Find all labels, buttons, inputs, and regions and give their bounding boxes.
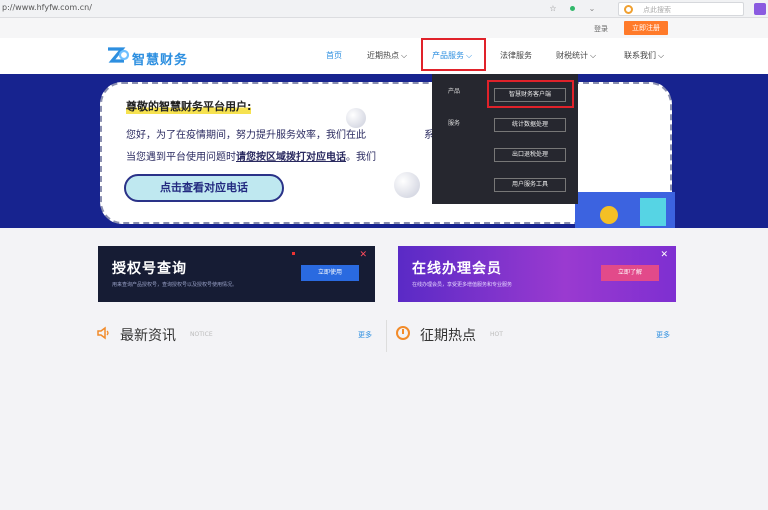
notice-line-2: 当您遇到平台使用问题时请您按区域拨打对应电话。我们 <box>126 152 376 163</box>
site-header: 智慧财务 首页 近期热点 ⌵ 产品服务 ⌵ 法律服务 财税统计 ⌵ 联系我们 ⌵ <box>0 38 768 74</box>
browser-search-placeholder: 点此搜索 <box>643 6 671 14</box>
card-title: 在线办理会员 <box>412 261 502 277</box>
login-link[interactable]: 登录 <box>594 24 608 34</box>
top-strip: 登录 立即注册 <box>0 18 768 38</box>
decorative-orb <box>346 108 366 128</box>
hot-title-en: HOT <box>490 331 503 338</box>
menu-icon[interactable] <box>754 3 766 15</box>
decorative-dot <box>292 252 295 255</box>
secure-dot-icon <box>570 6 575 11</box>
search-engine-icon <box>624 5 633 14</box>
browser-search-box[interactable]: 点此搜索 <box>618 2 744 16</box>
nav-contact[interactable]: 联系我们 ⌵ <box>624 50 664 61</box>
url-text[interactable]: p://www.hfyfw.com.cn/ <box>2 3 92 12</box>
star-icon[interactable]: ☆ <box>548 3 558 13</box>
chevron-down-icon: ⌵ <box>401 51 408 60</box>
nav-hot[interactable]: 近期热点 ⌵ <box>367 50 407 61</box>
decorative-orb <box>394 172 420 198</box>
news-more-link[interactable]: 更多 <box>358 330 372 340</box>
close-icon[interactable]: ✕ <box>660 250 668 260</box>
brand-name[interactable]: 智慧财务 <box>132 49 188 68</box>
logo-icon <box>108 47 130 63</box>
auth-query-card[interactable]: 授权号查询 用来查询产品授权号，查询授权号以及授权号使用情况。 立即使用 ✕ <box>98 246 375 302</box>
card-subtitle: 在线办理会员，享受更多增值服务和专业服务 <box>412 282 513 288</box>
nav-legal[interactable]: 法律服务 <box>500 50 532 61</box>
news-title-en: NOTICE <box>190 331 213 338</box>
speaker-icon <box>97 326 109 340</box>
dropdown-icon[interactable]: ⌄ <box>587 3 597 13</box>
nav-tax-stats[interactable]: 财税统计 ⌵ <box>556 50 596 61</box>
learn-more-button[interactable]: 立即了解 <box>601 265 659 281</box>
browser-address-bar: p://www.hfyfw.com.cn/ ☆ ⌄ 点此搜索 <box>0 0 768 18</box>
section-divider <box>386 320 387 352</box>
chevron-down-icon: ⌵ <box>658 51 665 60</box>
decorative-illustration <box>600 206 618 224</box>
dropdown-item[interactable]: 用户服务工具 <box>494 178 566 192</box>
news-title: 最新资讯 <box>120 328 176 344</box>
browser-toolbar-icons: ☆ ⌄ <box>548 3 597 13</box>
use-now-button[interactable]: 立即使用 <box>301 265 359 281</box>
close-icon[interactable]: ✕ <box>359 250 367 260</box>
highlight-box-client <box>487 80 574 108</box>
notice-line-1: 您好，为了在疫情期间，努力提升服务效率，我们在此系方式。 <box>126 130 464 141</box>
hot-more-link[interactable]: 更多 <box>656 330 670 340</box>
dropdown-category[interactable]: 产品 <box>448 86 460 95</box>
dropdown-item[interactable]: 出口退税处理 <box>494 148 566 162</box>
highlight-box-products <box>421 38 486 71</box>
clock-icon <box>396 326 410 340</box>
membership-card[interactable]: 在线办理会员 在线办理会员，享受更多增值服务和专业服务 立即了解 ✕ <box>398 246 676 302</box>
notice-banner: 尊敬的智慧财务平台用户: 您好，为了在疫情期间，努力提升服务效率，我们在此系方式… <box>0 74 768 228</box>
card-title: 授权号查询 <box>112 261 187 277</box>
chevron-down-icon: ⌵ <box>590 51 597 60</box>
card-subtitle: 用来查询产品授权号，查询授权号以及授权号使用情况。 <box>112 282 238 288</box>
view-phone-button[interactable]: 点击查看对应电话 <box>124 174 284 202</box>
hot-title: 征期热点 <box>420 328 476 344</box>
decorative-illustration <box>640 198 666 226</box>
notice-title: 尊敬的智慧财务平台用户: <box>126 98 252 114</box>
register-button[interactable]: 立即注册 <box>624 21 668 35</box>
dropdown-item[interactable]: 统计数据处理 <box>494 118 566 132</box>
nav-home[interactable]: 首页 <box>326 50 342 61</box>
dropdown-category[interactable]: 服务 <box>448 118 460 127</box>
